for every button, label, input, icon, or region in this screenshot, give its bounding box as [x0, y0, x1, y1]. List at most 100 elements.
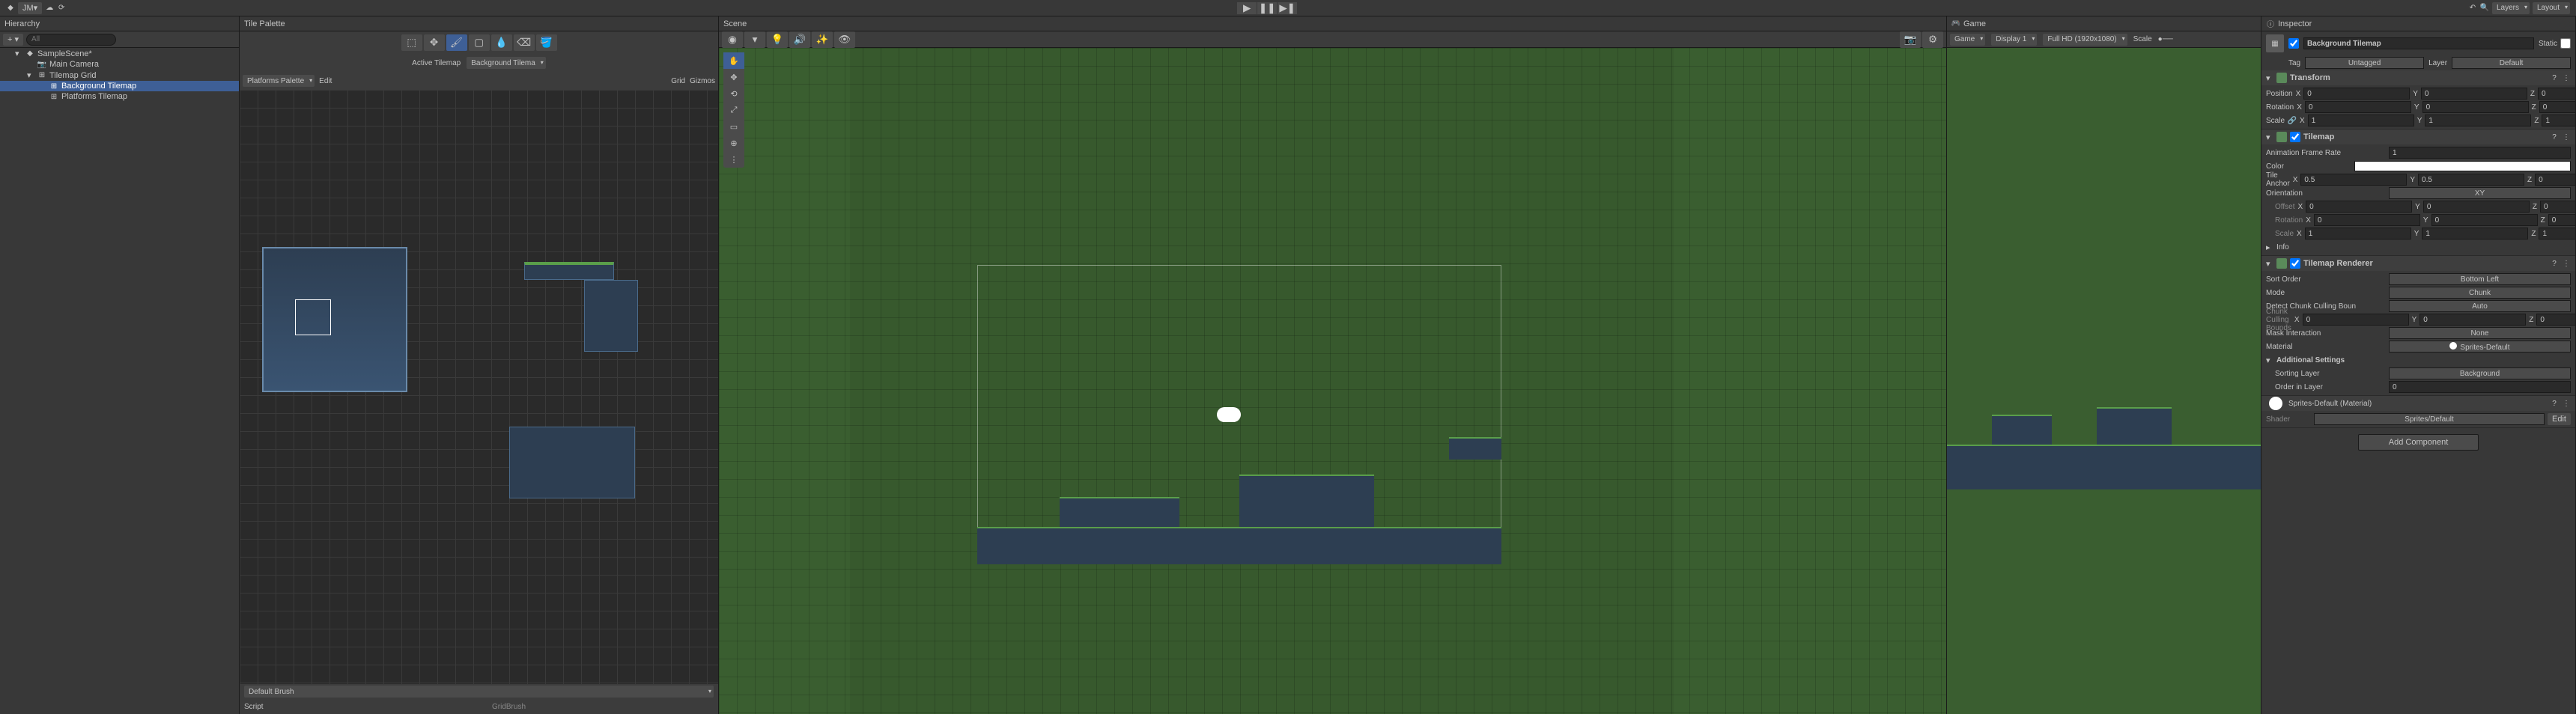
help-icon[interactable]: ?: [2550, 132, 2559, 141]
scene-audio[interactable]: 🔊: [789, 31, 810, 48]
hierarchy-search[interactable]: [26, 34, 116, 46]
scene-fx[interactable]: ✨: [812, 31, 833, 48]
gizmos-toggle[interactable]: Gizmos: [690, 77, 715, 85]
order-input[interactable]: [2389, 381, 2571, 393]
play-button[interactable]: ▶: [1237, 2, 1257, 14]
scale-x[interactable]: [2308, 115, 2414, 126]
material-header[interactable]: Sprites-Default (Material) ?⋮: [2261, 396, 2575, 411]
undo-icon[interactable]: ↶: [2468, 4, 2477, 13]
step-button[interactable]: ▶❚: [1278, 2, 1297, 14]
rot-z[interactable]: [2539, 101, 2575, 113]
rot-y[interactable]: [2422, 101, 2529, 113]
static-checkbox[interactable]: [2560, 38, 2571, 49]
picker-tool[interactable]: 💧: [491, 34, 512, 51]
palette-selector[interactable]: Platforms Palette: [243, 75, 315, 87]
account-btn[interactable]: JM ▾: [18, 2, 42, 14]
brush-tool[interactable]: 🖌: [446, 34, 467, 51]
scene-camera-btn[interactable]: 📷: [1900, 31, 1921, 48]
scene-lighting[interactable]: 💡: [767, 31, 788, 48]
rect-tool[interactable]: ▭: [723, 118, 744, 135]
hierarchy-item-platforms-tilemap[interactable]: ⊞Platforms Tilemap: [0, 91, 239, 102]
gameobject-active-checkbox[interactable]: [2288, 38, 2299, 49]
search-icon[interactable]: 🔍: [2480, 4, 2489, 13]
custom-tool[interactable]: ⋮: [723, 151, 744, 168]
anchor-x[interactable]: [2300, 174, 2407, 186]
move-tool-scene[interactable]: ✥: [723, 69, 744, 85]
layers-dropdown[interactable]: Layers: [2492, 2, 2530, 14]
eraser-tool[interactable]: ⌫: [514, 34, 535, 51]
box-tool[interactable]: ▢: [469, 34, 490, 51]
game-mode-dropdown[interactable]: Game: [1950, 34, 1985, 46]
select-tool[interactable]: ⬚: [401, 34, 422, 51]
layer-dropdown[interactable]: Default: [2452, 57, 2571, 69]
color-swatch[interactable]: [2354, 161, 2571, 171]
scene-canvas[interactable]: ✋ ✥ ⟲ ⤢ ▭ ⊕ ⋮ 🎯 2D 💡 🔊 ✨ ☁ ⊞ 🧲 📐: [719, 48, 1946, 714]
additional-label[interactable]: Additional Settings: [2276, 356, 2345, 364]
tilemap-header[interactable]: ▾ Tilemap ?⋮: [2261, 129, 2575, 144]
color-label: Color: [2266, 162, 2351, 171]
active-tilemap-dropdown[interactable]: Background Tilema: [467, 57, 546, 69]
tag-label: Tag: [2288, 59, 2300, 67]
renderer-header[interactable]: ▾ Tilemap Renderer ?⋮: [2261, 256, 2575, 271]
help-icon[interactable]: ?: [2550, 399, 2559, 408]
detect-dropdown[interactable]: Auto: [2389, 300, 2571, 312]
anchor-z[interactable]: [2535, 174, 2575, 186]
shader-dropdown[interactable]: Sprites/Default: [2314, 413, 2545, 425]
rot-x[interactable]: [2305, 101, 2411, 113]
palette-canvas[interactable]: [240, 90, 718, 684]
add-component-button[interactable]: Add Component: [2358, 434, 2479, 451]
edit-label[interactable]: Edit: [319, 77, 332, 85]
hierarchy-item-grid[interactable]: ▾⊞Tilemap Grid: [0, 70, 239, 81]
tilemap-enabled[interactable]: [2290, 132, 2300, 142]
layout-dropdown[interactable]: Layout: [2533, 2, 2570, 14]
grid-toggle[interactable]: Grid: [671, 77, 685, 85]
mode-dropdown[interactable]: Chunk: [2389, 287, 2571, 299]
scale-tool[interactable]: ⤢: [723, 102, 744, 118]
cloud-icon[interactable]: ☁: [45, 4, 54, 13]
scene-hidden[interactable]: 👁: [834, 31, 855, 48]
link-icon[interactable]: 🔗: [2288, 116, 2297, 125]
sorting-layer-dropdown[interactable]: Background: [2389, 367, 2571, 379]
scene-2d-toggle[interactable]: ▾: [744, 31, 765, 48]
help-icon[interactable]: ?: [2550, 73, 2559, 82]
pos-z[interactable]: [2538, 88, 2575, 100]
pos-y[interactable]: [2421, 88, 2527, 100]
material-dropdown[interactable]: Sprites-Default: [2389, 341, 2571, 353]
anchor-y[interactable]: [2418, 174, 2524, 186]
pos-x[interactable]: [2303, 88, 2410, 100]
scene-draw-mode[interactable]: ◉: [722, 31, 743, 48]
info-label[interactable]: Info: [2276, 243, 2289, 251]
scale-z[interactable]: [2542, 115, 2575, 126]
mask-dropdown[interactable]: None: [2389, 327, 2571, 339]
edit-shader-btn[interactable]: Edit: [2548, 413, 2571, 425]
view-tool[interactable]: ✋: [723, 52, 744, 69]
move-tool[interactable]: ✥: [424, 34, 445, 51]
frame-rate-input[interactable]: [2389, 147, 2571, 159]
scale-y[interactable]: [2425, 115, 2531, 126]
fill-tool[interactable]: 🪣: [536, 34, 557, 51]
pause-button[interactable]: ❚❚: [1257, 2, 1277, 14]
transform-header[interactable]: ▾ Transform ?⋮: [2261, 70, 2575, 85]
menu-icon[interactable]: ⋮: [2562, 132, 2571, 141]
help-icon[interactable]: ?: [2550, 259, 2559, 268]
tag-dropdown[interactable]: Untagged: [2305, 57, 2424, 69]
menu-icon[interactable]: ⋮: [2562, 73, 2571, 82]
refresh-icon[interactable]: ⟳: [57, 4, 66, 13]
display-dropdown[interactable]: Display 1: [1991, 34, 2037, 46]
menu-icon[interactable]: ⋮: [2562, 259, 2571, 268]
renderer-enabled[interactable]: [2290, 258, 2300, 269]
hierarchy-item-camera[interactable]: 📷Main Camera: [0, 59, 239, 70]
hierarchy-item-scene[interactable]: ▾◆SampleScene*: [0, 48, 239, 59]
create-button[interactable]: + ▾: [3, 34, 23, 46]
scene-gizmos-btn[interactable]: ⚙: [1922, 31, 1943, 48]
scale-slider[interactable]: ●──: [2158, 35, 2173, 43]
rotate-tool[interactable]: ⟲: [723, 85, 744, 102]
resolution-dropdown[interactable]: Full HD (1920x1080): [2043, 34, 2127, 46]
sort-order-dropdown[interactable]: Bottom Left: [2389, 273, 2571, 285]
menu-icon[interactable]: ⋮: [2562, 399, 2571, 408]
gameobject-name-input[interactable]: [2303, 37, 2534, 49]
brush-dropdown[interactable]: Default Brush: [244, 686, 714, 698]
transform-tool[interactable]: ⊕: [723, 135, 744, 151]
hierarchy-item-bg-tilemap[interactable]: ⊞Background Tilemap: [0, 81, 239, 91]
orientation-dropdown[interactable]: XY: [2389, 187, 2571, 199]
